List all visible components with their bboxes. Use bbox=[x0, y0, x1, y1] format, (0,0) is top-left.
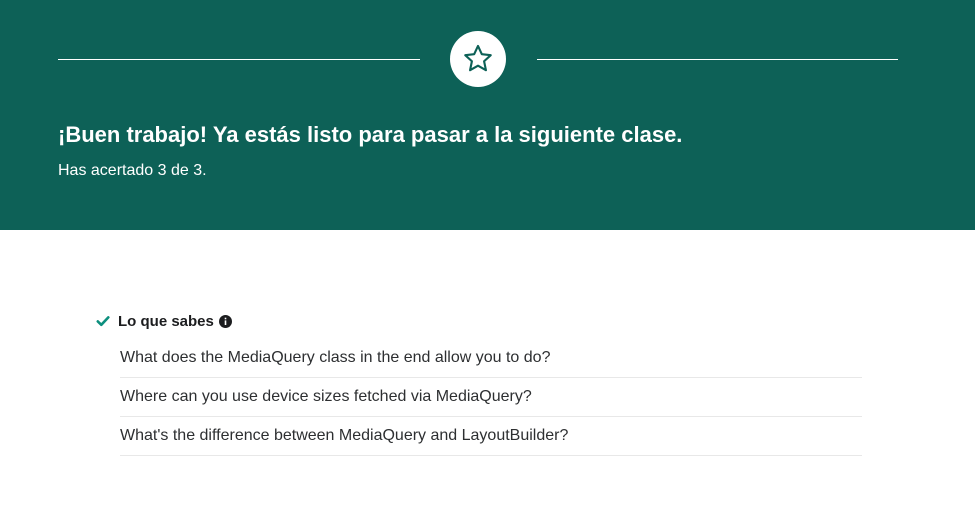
question-item: What does the MediaQuery class in the en… bbox=[120, 339, 862, 378]
knowledge-header: Lo que sabes bbox=[96, 311, 866, 331]
divider-right bbox=[537, 59, 898, 60]
star-icon bbox=[464, 44, 492, 72]
knowledge-section: Lo que sabes What does the MediaQuery cl… bbox=[96, 311, 866, 456]
question-item: What's the difference between MediaQuery… bbox=[120, 417, 862, 456]
question-item: Where can you use device sizes fetched v… bbox=[120, 378, 862, 417]
result-banner: ¡Buen trabajo! Ya estás listo para pasar… bbox=[0, 0, 975, 230]
divider-left bbox=[58, 59, 420, 60]
info-icon[interactable] bbox=[218, 314, 232, 328]
star-badge bbox=[450, 31, 506, 87]
result-headline: ¡Buen trabajo! Ya estás listo para pasar… bbox=[58, 122, 683, 147]
score-text: Has acertado 3 de 3. bbox=[58, 162, 207, 179]
check-icon bbox=[96, 314, 110, 328]
question-list: What does the MediaQuery class in the en… bbox=[120, 339, 862, 456]
knowledge-title: Lo que sabes bbox=[118, 312, 214, 330]
